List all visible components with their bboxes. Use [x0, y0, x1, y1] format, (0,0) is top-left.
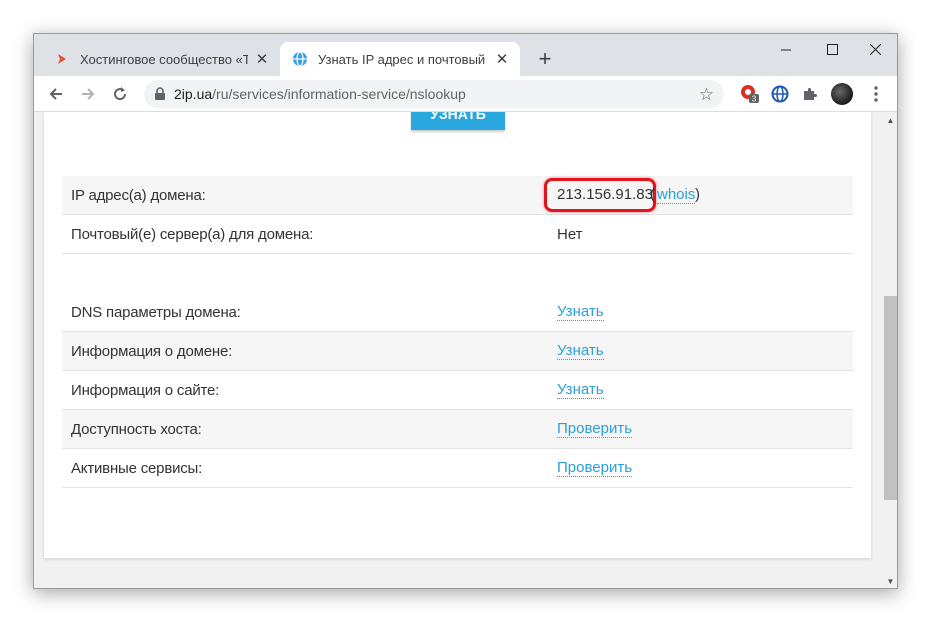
forward-button[interactable]: [74, 80, 102, 108]
scroll-down-icon[interactable]: ▼: [882, 573, 897, 588]
tab-timeweb[interactable]: Хостинговое сообщество «Time ✕: [42, 42, 280, 76]
url-path: /ru/services/information-service/nslooku…: [212, 86, 466, 102]
opera-vpn-extension[interactable]: 3: [738, 82, 762, 106]
mail-server-row: Почтовый(е) сервер(а) для домена: Нет: [62, 215, 853, 254]
back-arrow-icon: [49, 88, 62, 100]
extension-red-icon: 3: [741, 85, 759, 104]
lock-icon: [155, 87, 165, 100]
services-check-link[interactable]: Проверить: [557, 459, 633, 477]
extensions-button[interactable]: [798, 82, 822, 106]
submit-button[interactable]: Узнать: [411, 112, 505, 130]
ip-address-row: IP адрес(а) домена: 213.156.91.83 ( whoi…: [62, 176, 853, 215]
browser-toolbar: 2ip.ua/ru/services/information-service/n…: [34, 76, 897, 112]
back-button[interactable]: [42, 80, 70, 108]
tab-2ip[interactable]: Узнать IP адрес и почтовый сер ✕: [280, 42, 520, 76]
row-label: Активные сервисы:: [71, 459, 203, 477]
ip-address-value: 213.156.91.83: [557, 186, 653, 203]
whois-open-paren: (: [650, 186, 655, 203]
domain-info-link[interactable]: Узнать: [557, 342, 604, 360]
row-label: DNS параметры домена:: [71, 303, 241, 321]
browser-menu-button[interactable]: [864, 82, 888, 106]
row-label: Почтовый(е) сервер(а) для домена:: [71, 225, 314, 243]
maximize-icon: [826, 43, 838, 55]
url-host: 2ip.ua: [174, 86, 213, 102]
dns-lookup-link[interactable]: Узнать: [557, 303, 604, 321]
page-viewport: Узнать IP адрес(а) домена: 213.156.91.83…: [34, 112, 882, 588]
minimize-icon: [780, 49, 791, 50]
results-panel: Узнать IP адрес(а) домена: 213.156.91.83…: [44, 112, 871, 558]
row-label: Доступность хоста:: [71, 420, 202, 438]
close-icon: [869, 43, 881, 55]
forward-arrow-icon: [82, 88, 95, 100]
globe-icon: [292, 51, 308, 67]
avatar: [831, 83, 853, 105]
puzzle-icon: [804, 88, 817, 100]
row-label: Информация о домене:: [71, 342, 233, 360]
kebab-menu-icon: [874, 86, 878, 102]
row-label: Информация о сайте:: [71, 381, 220, 399]
site-info-link[interactable]: Узнать: [557, 381, 604, 399]
vertical-scrollbar[interactable]: ▲ ▼: [882, 112, 897, 588]
tab-title: Узнать IP адрес и почтовый сер: [318, 51, 488, 67]
url-text: 2ip.ua/ru/services/information-service/n…: [174, 86, 466, 102]
window-close-button[interactable]: [852, 34, 897, 64]
scroll-up-icon[interactable]: ▲: [882, 112, 897, 129]
reload-icon: [114, 87, 127, 101]
timeweb-chevron-icon: [54, 51, 70, 67]
mail-server-value: Нет: [557, 225, 583, 243]
site-info-row: Информация о сайте: Узнать: [62, 371, 853, 410]
reload-button[interactable]: [106, 80, 134, 108]
dns-row: DNS параметры домена: Узнать: [62, 293, 853, 332]
vpn-globe-extension[interactable]: [768, 82, 792, 106]
row-label: IP адрес(а) домена:: [71, 186, 206, 204]
tab-title: Хостинговое сообщество «Time: [80, 51, 248, 67]
close-icon[interactable]: ✕: [494, 51, 510, 68]
minimize-button[interactable]: [763, 34, 809, 64]
ip-value-cell: 213.156.91.83 ( whois ): [544, 178, 757, 212]
bookmark-star-icon[interactable]: ☆: [699, 85, 714, 105]
address-bar[interactable]: 2ip.ua/ru/services/information-service/n…: [144, 80, 724, 108]
host-check-link[interactable]: Проверить: [557, 420, 633, 438]
scrollbar-thumb[interactable]: [884, 296, 897, 500]
extension-badge: 3: [752, 95, 757, 104]
maximize-button[interactable]: [809, 34, 855, 64]
close-icon[interactable]: ✕: [254, 51, 270, 68]
browser-window: Хостинговое сообщество «Time ✕ Узнать IP…: [33, 33, 898, 589]
tab-strip: Хостинговое сообщество «Time ✕ Узнать IP…: [34, 34, 897, 76]
active-services-row: Активные сервисы: Проверить: [62, 449, 853, 488]
whois-close-paren: ): [695, 186, 700, 203]
domain-info-row: Информация о домене: Узнать: [62, 332, 853, 371]
new-tab-button[interactable]: +: [532, 46, 558, 72]
globe-extension-icon: [771, 85, 789, 103]
whois-link[interactable]: whois: [657, 186, 696, 204]
profile-avatar[interactable]: [830, 82, 854, 106]
host-availability-row: Доступность хоста: Проверить: [62, 410, 853, 449]
